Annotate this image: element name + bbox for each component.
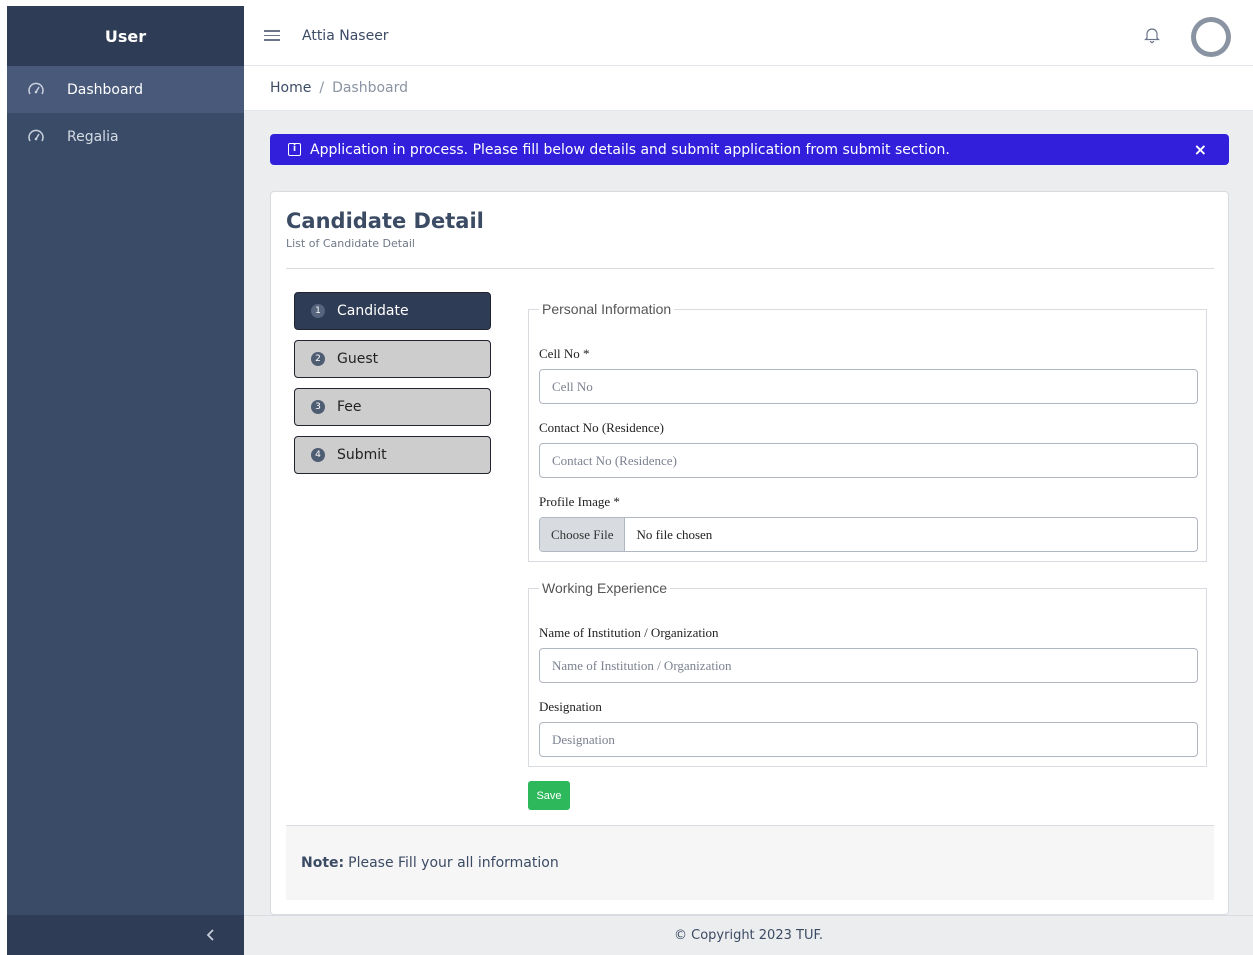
footer: © Copyright 2023 TUF.: [244, 915, 1253, 955]
step-number: 3: [311, 400, 325, 414]
step-label: Candidate: [337, 303, 409, 319]
divider: [286, 268, 1214, 269]
contact-no-label: Contact No (Residence): [539, 420, 664, 435]
close-icon[interactable]: ×: [1194, 140, 1207, 159]
save-button[interactable]: Save: [528, 781, 570, 810]
page-title: Candidate Detail: [286, 209, 484, 233]
main-content: i Application in process. Please fill be…: [244, 111, 1253, 915]
hamburger-icon[interactable]: [264, 27, 280, 44]
file-status: No file chosen: [636, 526, 713, 542]
sidebar-item-label: Dashboard: [67, 81, 143, 98]
sidebar-brand: User: [7, 6, 244, 66]
step-number: 4: [311, 448, 325, 462]
step-submit[interactable]: 4 Submit: [294, 436, 491, 474]
note-text: Please Fill your all information: [348, 855, 559, 871]
working-experience-fieldset: Working Experience Name of Institution /…: [528, 580, 1207, 767]
note-label: Note:: [301, 855, 345, 871]
breadcrumb: Home / Dashboard: [244, 66, 1253, 111]
institution-label: Name of Institution / Organization: [539, 625, 719, 640]
sidebar-item-dashboard[interactable]: Dashboard: [7, 66, 244, 113]
institution-input[interactable]: [539, 648, 1198, 683]
designation-label: Designation: [539, 699, 602, 714]
personal-information-fieldset: Personal Information Cell No * Contact N…: [528, 301, 1207, 562]
fieldset-legend: Personal Information: [542, 301, 672, 317]
speedometer-icon: [27, 81, 45, 99]
sidebar-item-label: Regalia: [67, 128, 119, 145]
sidebar: User Dashboard Regalia: [7, 6, 244, 955]
breadcrumb-separator: /: [319, 80, 325, 96]
designation-input[interactable]: [539, 722, 1198, 757]
chevron-left-icon: [206, 926, 216, 945]
alert-message: Application in process. Please fill belo…: [310, 141, 950, 158]
sidebar-toggler[interactable]: [7, 915, 244, 955]
contact-no-input[interactable]: [539, 443, 1198, 478]
step-label: Guest: [337, 351, 379, 367]
cell-no-label: Cell No *: [539, 346, 590, 361]
profile-image-file-input[interactable]: Choose File No file chosen: [539, 517, 1198, 552]
step-list: 1 Candidate 2 Guest 3 Fee 4 Submit: [294, 292, 491, 484]
breadcrumb-current: Dashboard: [332, 80, 409, 96]
step-candidate[interactable]: 1 Candidate: [294, 292, 491, 330]
step-guest[interactable]: 2 Guest: [294, 340, 491, 378]
sidebar-item-regalia[interactable]: Regalia: [7, 113, 244, 160]
cell-no-input[interactable]: [539, 369, 1198, 404]
choose-file-button[interactable]: Choose File: [540, 518, 626, 551]
step-number: 1: [311, 304, 325, 318]
step-label: Submit: [337, 447, 387, 463]
page-subtitle: List of Candidate Detail: [286, 237, 415, 250]
info-icon: i: [288, 143, 301, 156]
candidate-detail-card: Candidate Detail List of Candidate Detai…: [270, 191, 1229, 915]
bell-icon[interactable]: [1144, 26, 1160, 44]
header: Attia Naseer: [244, 6, 1253, 66]
note-box: Note: Please Fill your all information: [286, 825, 1214, 900]
step-number: 2: [311, 352, 325, 366]
speedometer-icon: [27, 128, 45, 146]
fieldset-legend: Working Experience: [542, 580, 668, 596]
avatar[interactable]: [1191, 17, 1231, 57]
profile-image-label: Profile Image *: [539, 494, 620, 509]
breadcrumb-home[interactable]: Home: [270, 80, 311, 96]
step-label: Fee: [337, 399, 362, 415]
step-fee[interactable]: 3 Fee: [294, 388, 491, 426]
info-alert: i Application in process. Please fill be…: [270, 134, 1229, 165]
header-user-name: Attia Naseer: [302, 27, 389, 44]
